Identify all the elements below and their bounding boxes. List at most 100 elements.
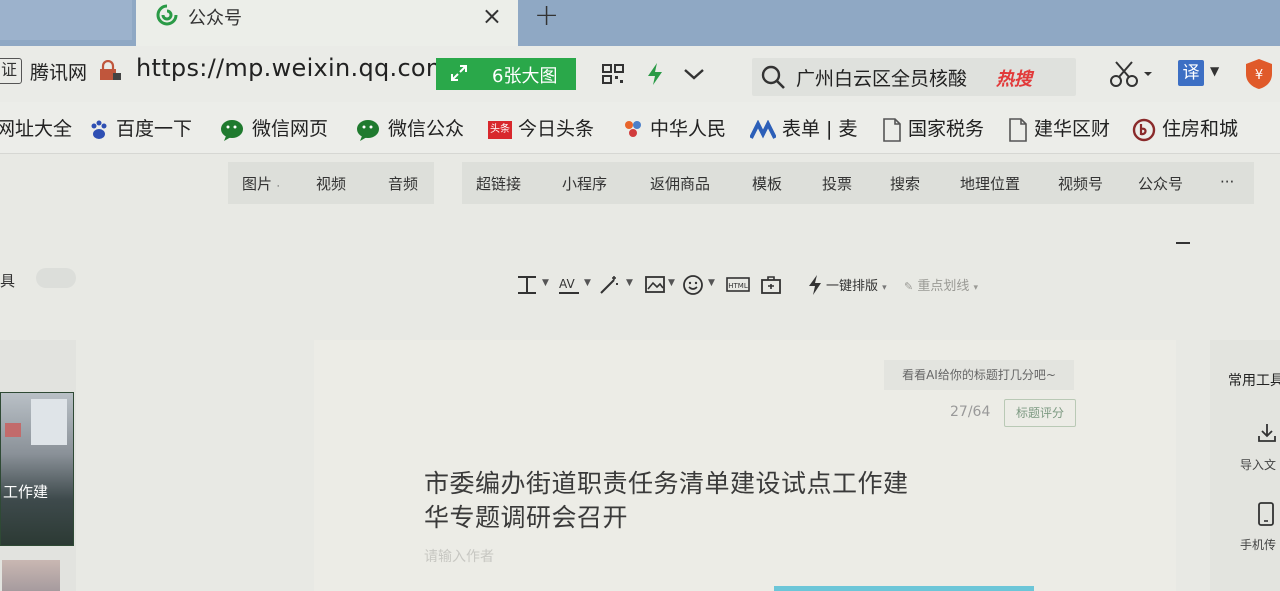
minimize-icon[interactable] (1176, 242, 1190, 244)
certificate-icon[interactable]: 证 (0, 58, 22, 84)
letter-spacing-icon[interactable]: AV (558, 274, 580, 296)
ai-title-score-tip[interactable]: 看看AI给你的标题打几分吧~ (884, 360, 1074, 390)
bookmark-label: 住房和城 (1162, 118, 1239, 140)
translate-caret-icon[interactable]: ▼ (1210, 64, 1219, 78)
search-icon (761, 65, 785, 89)
sidebar-label-fragment: 具 (0, 272, 16, 290)
tab-strip: 公众号 × + (0, 0, 1280, 46)
big-image-button[interactable]: 6张大图 (436, 58, 576, 90)
form-logo-icon (750, 119, 776, 139)
sidebar-toggle[interactable] (36, 268, 76, 288)
video-tool[interactable]: 视频 (316, 173, 346, 194)
search-tool[interactable]: 搜索 (890, 173, 920, 194)
one-click-layout-button[interactable]: 一键排版 ▾ (826, 275, 887, 294)
import-icon[interactable] (1256, 422, 1278, 444)
thumbnail-banner (5, 423, 21, 437)
magic-wand-icon[interactable] (598, 274, 620, 296)
html-icon[interactable]: HTML (726, 274, 750, 296)
media-toolbar: 图片 · 视频 音频 (228, 162, 434, 204)
highlight-line-button[interactable]: ✎ 重点划线 ▾ (904, 275, 978, 294)
site-identity[interactable]: 腾讯网 (30, 58, 87, 85)
speed-mode-icon[interactable] (644, 62, 666, 86)
url-field[interactable]: https://mp.weixin.qq.com/ (136, 54, 458, 82)
article-title-line[interactable]: 华专题调研会召开 (424, 498, 628, 534)
bookmark-label: 今日头条 (518, 118, 595, 140)
big-image-label: 6张大图 (492, 66, 558, 87)
title-score-button[interactable]: 标题评分 (1004, 399, 1076, 427)
caret-down-icon[interactable]: ▼ (668, 278, 675, 288)
bookmarks-bar: 网址大全 百度一下 微信网页 微信公众 头条今日头条 中华人民 表单 | 麦 (0, 102, 1280, 154)
bookmark-label: 微信公众 (388, 118, 465, 140)
template-tool[interactable]: 模板 (752, 173, 782, 194)
new-tab-icon[interactable]: + (534, 0, 559, 33)
audio-tool[interactable]: 音频 (388, 173, 418, 194)
image-edit-icon[interactable] (644, 274, 666, 296)
editor-focus-bar (774, 586, 1034, 591)
bookmark-label: 中华人民 (650, 118, 727, 140)
article-thumbnail[interactable]: 工作建 (0, 392, 74, 546)
caret-down-icon[interactable]: ▼ (708, 278, 715, 288)
wechat-icon (221, 119, 243, 141)
chevron-down-icon[interactable] (682, 64, 706, 84)
article-thumbnail[interactable] (2, 560, 60, 591)
toolbox-icon[interactable] (760, 274, 782, 296)
caret-down-icon[interactable]: ▼ (542, 278, 549, 288)
qr-code-icon[interactable] (602, 64, 624, 84)
bookmark-item[interactable]: 百度一下 (88, 114, 192, 141)
channels-tool[interactable]: 视频号 (1058, 173, 1103, 194)
mini-program-tool[interactable]: 小程序 (562, 173, 607, 194)
bookmark-item[interactable]: 网址大全 (0, 114, 72, 141)
bookmark-label: 微信网页 (252, 118, 329, 140)
image-tool[interactable]: 图片 · (242, 173, 280, 194)
active-tab[interactable]: 公众号 × (136, 0, 518, 46)
official-account-tool[interactable]: 公众号 (1138, 173, 1183, 194)
article-title-line[interactable]: 市委编办街道职责任务清单建设试点工作建 (424, 464, 909, 500)
caret-down-icon[interactable]: ▼ (626, 278, 633, 288)
bookmark-label: 网址大全 (0, 118, 73, 140)
bookmark-item[interactable]: 国家税务 (882, 114, 984, 142)
expand-icon (451, 65, 467, 81)
bookmark-item[interactable]: 微信公众 (356, 114, 464, 142)
inactive-tab[interactable] (0, 0, 132, 40)
document-icon (883, 117, 901, 142)
security-shield-icon[interactable]: ¥ (1244, 58, 1274, 90)
location-tool[interactable]: 地理位置 (960, 173, 1020, 194)
one-click-layout-icon[interactable] (806, 274, 824, 296)
close-tab-icon[interactable]: × (482, 2, 502, 30)
bookmark-item[interactable]: 微信网页 (220, 114, 328, 142)
bookmark-item[interactable]: 表单 | 麦 (750, 114, 857, 141)
bookmark-label: 表单 | 麦 (782, 118, 858, 140)
site-info-icon[interactable] (98, 60, 122, 82)
vote-tool[interactable]: 投票 (822, 173, 852, 194)
phone-upload-button[interactable]: 手机传 (1240, 536, 1276, 553)
insert-toolbar: 超链接 小程序 返佣商品 模板 投票 搜索 地理位置 视频号 公众号 ··· (462, 162, 1254, 204)
bookmark-item[interactable]: 中华人民 (622, 114, 726, 141)
bookmark-item[interactable]: 住房和城 (1132, 114, 1238, 142)
search-query: 广州白云区全员核酸 (796, 68, 968, 90)
commission-goods-tool[interactable]: 返佣商品 (650, 173, 710, 194)
phone-icon[interactable] (1258, 502, 1274, 526)
hyperlink-tool[interactable]: 超链接 (476, 173, 521, 194)
editor-area: 图片 · 视频 音频 超链接 小程序 返佣商品 模板 投票 搜索 地理位置 视频… (0, 154, 1280, 591)
translate-icon[interactable]: 译 (1178, 60, 1204, 86)
hot-search-badge[interactable]: 热搜 (996, 65, 1032, 91)
bookmark-item[interactable]: 头条 今日头条 (488, 114, 594, 141)
emoji-icon[interactable] (682, 274, 704, 296)
wechat-mp-logo-icon (156, 4, 178, 26)
more-tools-icon[interactable]: ··· (1220, 173, 1234, 191)
bookmark-label: 百度一下 (116, 118, 193, 140)
wechat-icon (357, 119, 379, 141)
import-article-button[interactable]: 导入文 (1240, 456, 1276, 473)
toutiao-icon: 头条 (488, 120, 512, 139)
tab-title: 公众号 (188, 8, 242, 29)
search-box[interactable]: 广州白云区全员核酸 热搜 (752, 58, 1076, 96)
line-spacing-icon[interactable] (516, 274, 538, 296)
baidu-paw-icon (91, 120, 107, 139)
bookmark-item[interactable]: 建华区财 (1008, 114, 1110, 142)
screenshot-scissors-icon[interactable] (1108, 60, 1154, 88)
caret-down-icon[interactable]: ▼ (584, 278, 591, 288)
svg-text:HTML: HTML (728, 282, 748, 290)
tools-panel-title: 常用工具 (1228, 373, 1280, 389)
author-input[interactable]: 请输入作者 (424, 546, 494, 566)
address-bar-row: 证 腾讯网 https://mp.weixin.qq.com/ 6张大图 广州白… (0, 46, 1280, 102)
